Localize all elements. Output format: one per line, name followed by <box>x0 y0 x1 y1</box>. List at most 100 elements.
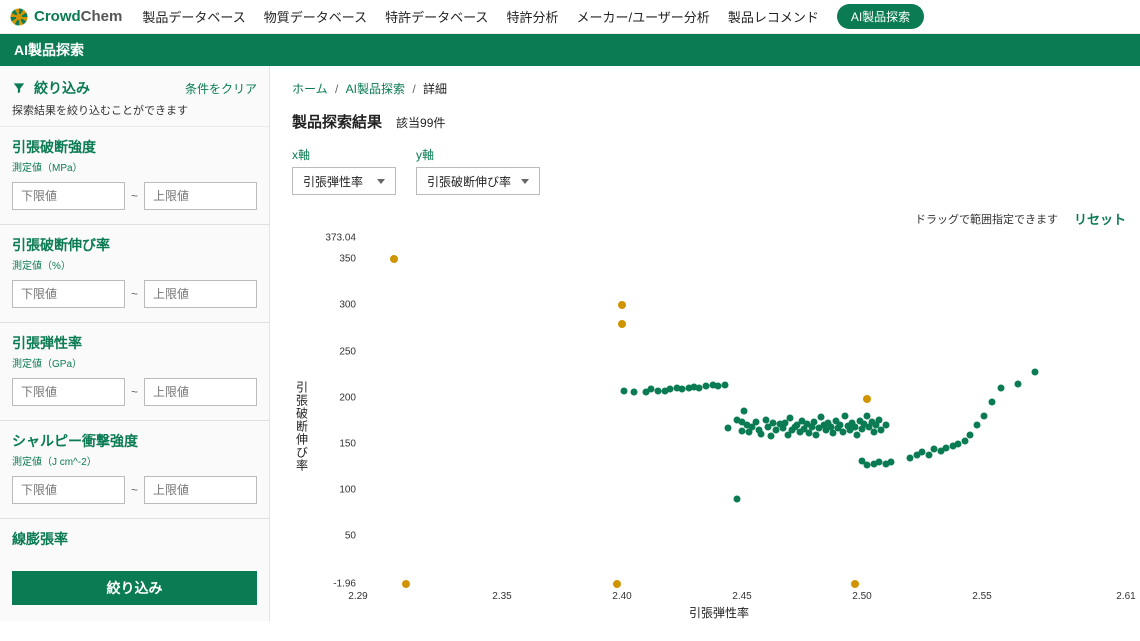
data-point[interactable] <box>981 413 988 420</box>
data-point[interactable] <box>962 438 969 445</box>
data-point[interactable] <box>887 459 894 466</box>
nav-item-patent-analysis[interactable]: 特許分析 <box>506 7 558 26</box>
scatter-plot[interactable]: -1.9650100150200250300350373.042.292.352… <box>312 232 1126 602</box>
data-point[interactable] <box>863 395 871 403</box>
lower-input[interactable] <box>12 280 125 308</box>
data-point[interactable] <box>390 255 398 263</box>
filter-group-tensile-strength: 引張破断強度 測定値（MPa） ~ <box>0 127 269 225</box>
data-point[interactable] <box>741 408 748 415</box>
data-point[interactable] <box>763 416 770 423</box>
nav-item-substance-db[interactable]: 物質データベース <box>264 7 367 26</box>
lower-input[interactable] <box>12 476 125 504</box>
filter-subtitle: 探索結果を絞り込むことができます <box>12 102 257 118</box>
apply-filters-button[interactable]: 絞り込み <box>12 571 257 605</box>
data-point[interactable] <box>679 386 686 393</box>
chevron-down-icon <box>521 179 529 184</box>
data-point[interactable] <box>787 414 794 421</box>
data-point[interactable] <box>967 431 974 438</box>
filter-icon <box>12 81 26 95</box>
data-point[interactable] <box>851 424 858 431</box>
top-nav: CrowdChem 製品データベース 物質データベース 特許データベース 特許分… <box>0 0 1140 34</box>
data-point[interactable] <box>618 320 626 328</box>
data-point[interactable] <box>758 430 765 437</box>
clear-filters-link[interactable]: 条件をクリア <box>185 80 257 97</box>
upper-input[interactable] <box>144 378 257 406</box>
data-point[interactable] <box>631 389 638 396</box>
results-title: 製品探索結果 <box>292 111 382 132</box>
breadcrumb-mid[interactable]: AI製品探索 <box>346 82 405 96</box>
lower-input[interactable] <box>12 378 125 406</box>
data-point[interactable] <box>767 433 774 440</box>
y-tick: 250 <box>312 346 356 357</box>
filter-title: 引張破断伸び率 <box>12 235 257 255</box>
filter-title: シャルピー衝撃強度 <box>12 431 257 451</box>
data-point[interactable] <box>919 449 926 456</box>
breadcrumb-leaf: 詳細 <box>423 82 447 96</box>
filter-group-elongation: 引張破断伸び率 測定値（%） ~ <box>0 225 269 323</box>
data-point[interactable] <box>655 388 662 395</box>
data-point[interactable] <box>1015 380 1022 387</box>
data-point[interactable] <box>647 386 654 393</box>
data-point[interactable] <box>842 413 849 420</box>
data-point[interactable] <box>955 440 962 447</box>
data-point[interactable] <box>1031 368 1038 375</box>
data-point[interactable] <box>753 418 760 425</box>
y-tick: -1.96 <box>312 579 356 590</box>
data-point[interactable] <box>943 445 950 452</box>
data-point[interactable] <box>998 385 1005 392</box>
reset-chart-link[interactable]: リセット <box>1074 209 1126 228</box>
data-point[interactable] <box>974 422 981 429</box>
data-point[interactable] <box>871 428 878 435</box>
y-tick: 50 <box>312 531 356 542</box>
upper-input[interactable] <box>144 280 257 308</box>
data-point[interactable] <box>875 459 882 466</box>
brand-name: CrowdChem <box>34 8 122 25</box>
filter-unit: 測定値（MPa） <box>12 159 257 174</box>
upper-input[interactable] <box>144 182 257 210</box>
lower-input[interactable] <box>12 182 125 210</box>
drag-hint: ドラッグで範囲指定できます <box>915 211 1058 227</box>
data-point[interactable] <box>695 385 702 392</box>
data-point[interactable] <box>667 386 674 393</box>
x-axis-title: 引張弾性率 <box>312 604 1126 621</box>
filter-heading: 絞り込み <box>34 78 90 98</box>
data-point[interactable] <box>851 580 859 588</box>
x-tick: 2.45 <box>732 591 751 602</box>
data-point[interactable] <box>863 462 870 469</box>
x-axis-select[interactable]: 引張弾性率 <box>292 167 396 195</box>
data-point[interactable] <box>724 425 731 432</box>
y-tick: 350 <box>312 254 356 265</box>
data-point[interactable] <box>907 454 914 461</box>
brand-logo[interactable]: CrowdChem <box>10 8 122 26</box>
nav-pill-ai-search[interactable]: AI製品探索 <box>837 4 924 29</box>
data-point[interactable] <box>988 399 995 406</box>
data-point[interactable] <box>734 496 741 503</box>
y-tick: 373.04 <box>312 233 356 244</box>
filter-sidebar: 絞り込み 条件をクリア 探索結果を絞り込むことができます 引張破断強度 測定値（… <box>0 66 270 621</box>
breadcrumb: ホーム / AI製品探索 / 詳細 <box>292 80 1126 97</box>
data-point[interactable] <box>875 416 882 423</box>
upper-input[interactable] <box>144 476 257 504</box>
data-point[interactable] <box>613 580 621 588</box>
range-sep: ~ <box>131 483 138 497</box>
data-point[interactable] <box>813 431 820 438</box>
range-sep: ~ <box>131 287 138 301</box>
nav-item-patent-db[interactable]: 特許データベース <box>385 7 488 26</box>
filter-unit: 測定値（GPa） <box>12 355 257 370</box>
y-axis-select[interactable]: 引張破断伸び率 <box>416 167 540 195</box>
nav-item-recommend[interactable]: 製品レコメンド <box>728 7 819 26</box>
filter-unit: 測定値（%） <box>12 257 257 272</box>
data-point[interactable] <box>715 382 722 389</box>
nav-item-product-db[interactable]: 製品データベース <box>142 7 245 26</box>
filter-group-charpy: シャルピー衝撃強度 測定値（J cm^-2） ~ <box>0 421 269 519</box>
data-point[interactable] <box>621 388 628 395</box>
data-point[interactable] <box>402 580 410 588</box>
data-point[interactable] <box>818 414 825 421</box>
data-point[interactable] <box>722 381 729 388</box>
data-point[interactable] <box>618 301 626 309</box>
nav-item-maker-user[interactable]: メーカー/ユーザー分析 <box>576 7 709 26</box>
data-point[interactable] <box>703 382 710 389</box>
breadcrumb-home[interactable]: ホーム <box>292 82 328 96</box>
data-point[interactable] <box>883 422 890 429</box>
data-point[interactable] <box>931 446 938 453</box>
